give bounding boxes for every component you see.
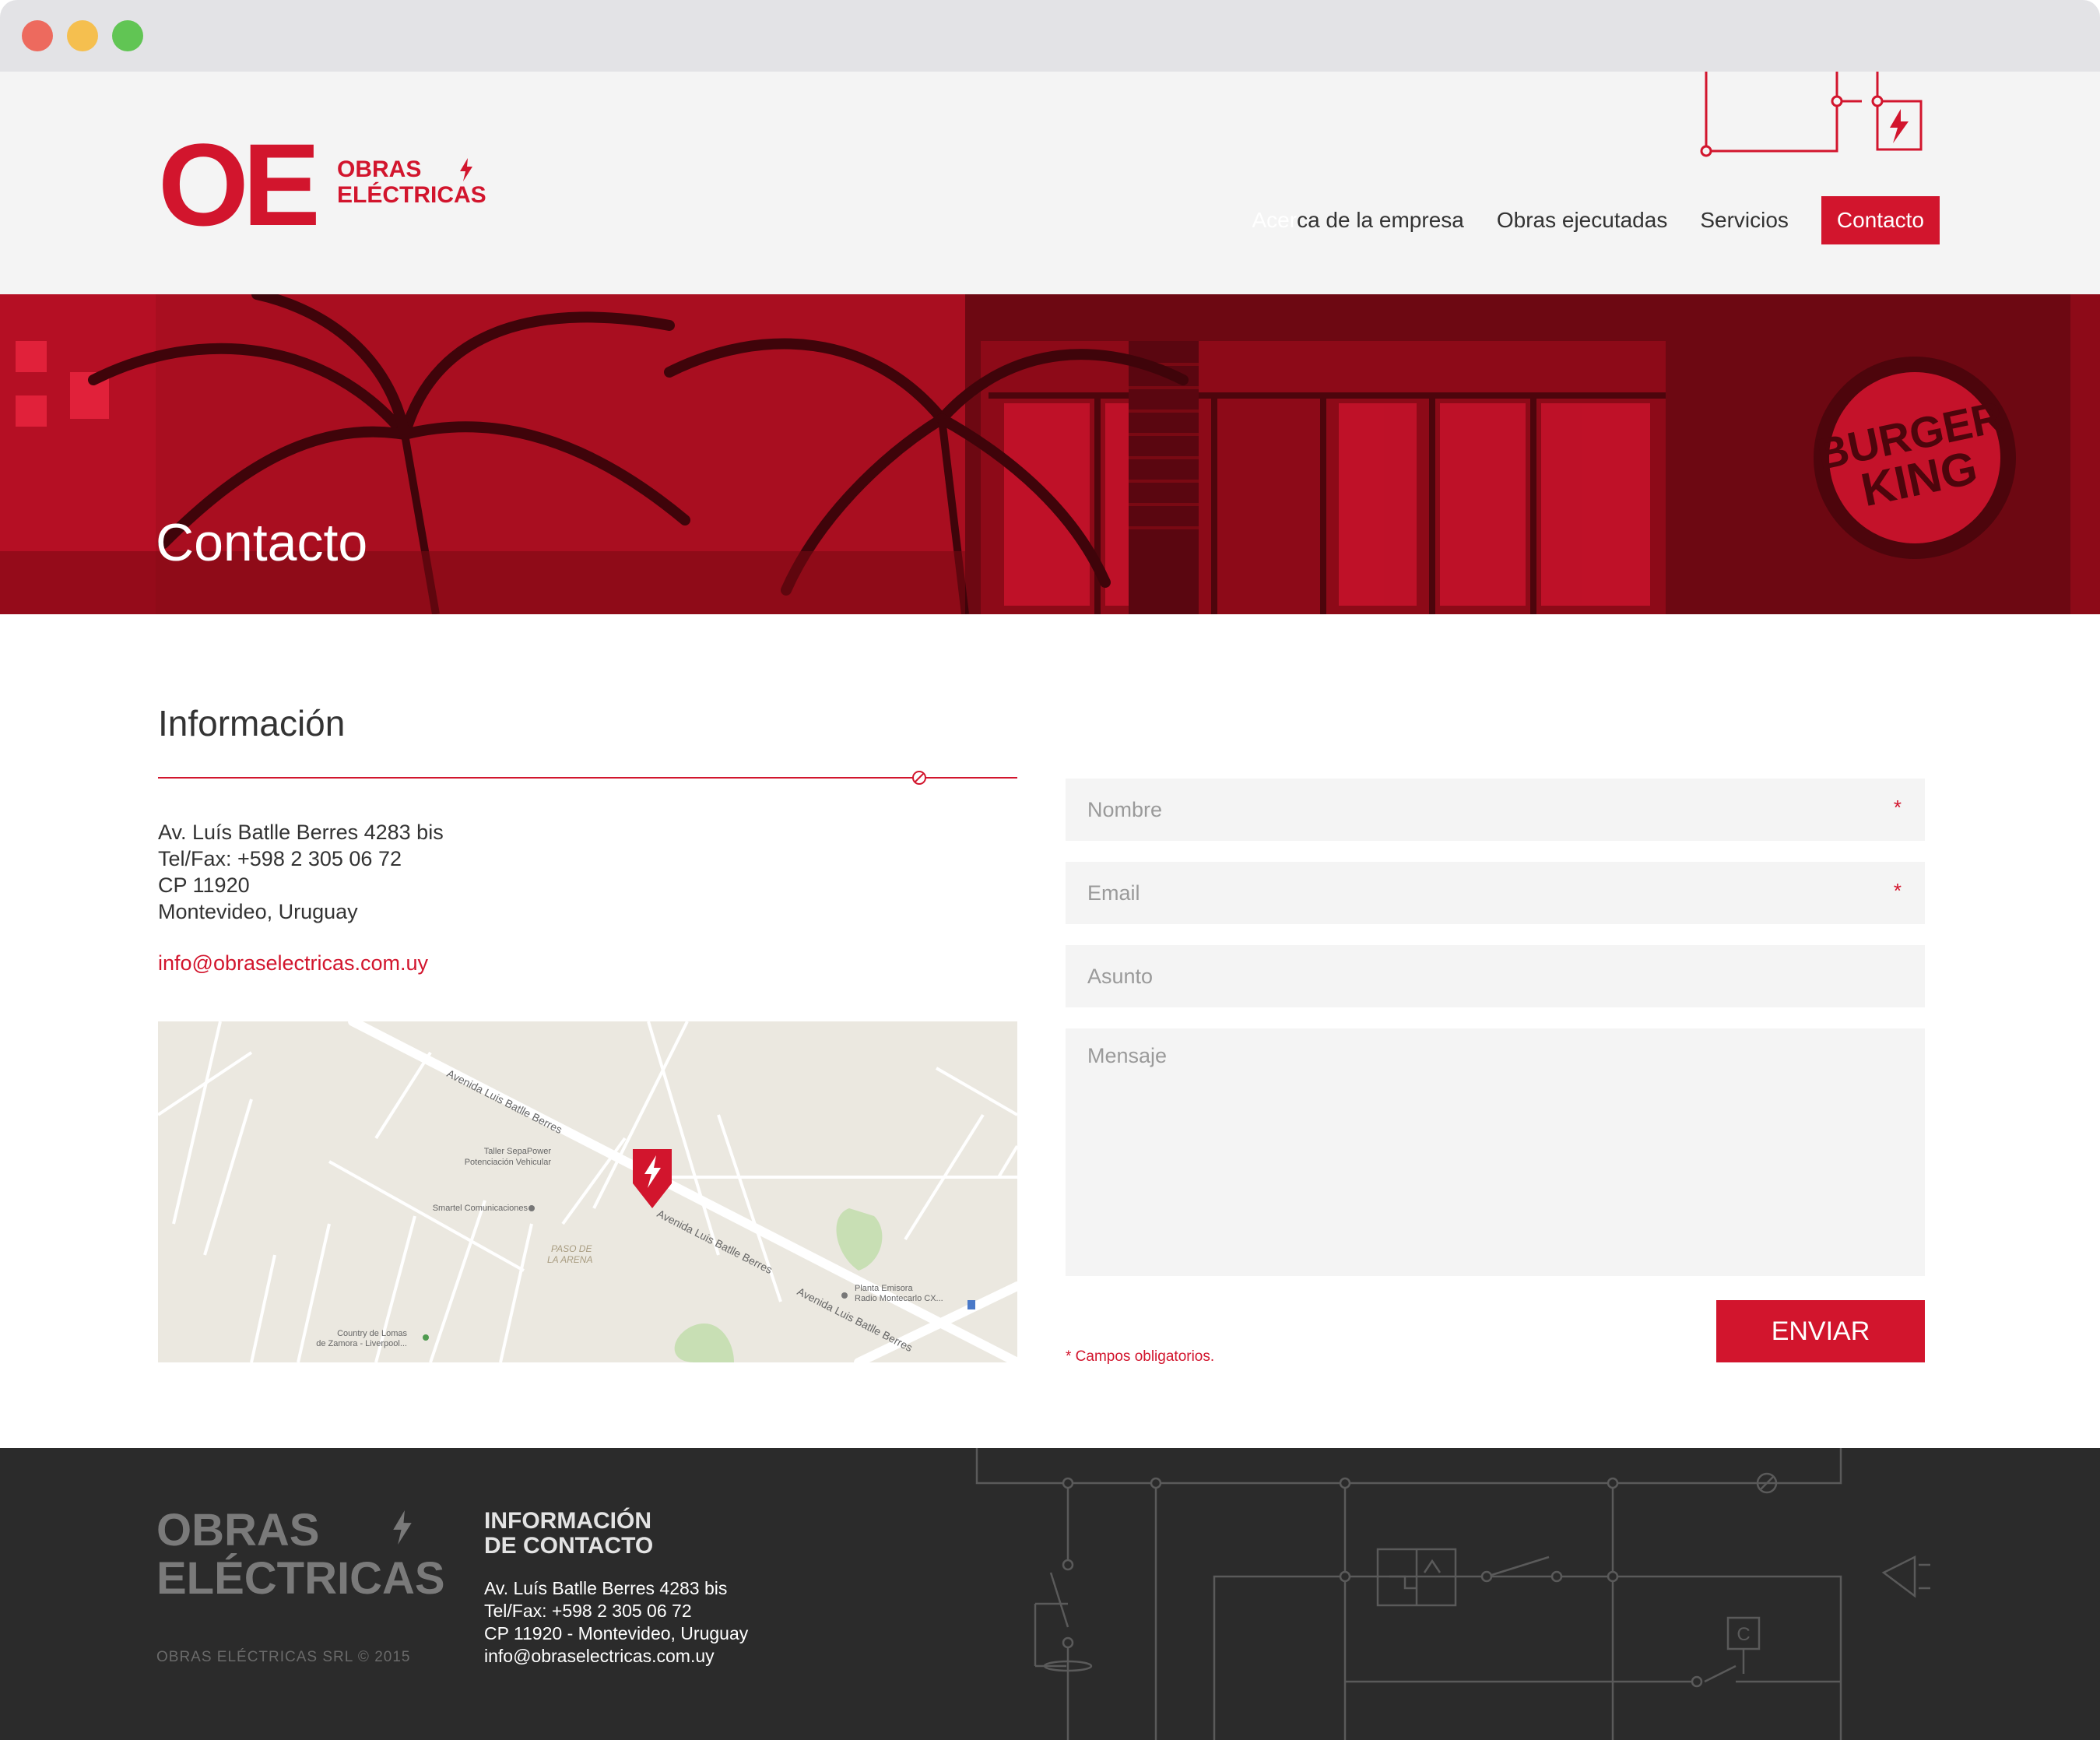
window-titlebar xyxy=(0,0,2100,72)
section-divider xyxy=(158,771,1017,785)
circuit-label-c: C xyxy=(1737,1624,1750,1645)
name-field-wrapper: * xyxy=(1066,779,1925,841)
footer-address: Av. Luís Batlle Berres 4283 bis xyxy=(484,1578,728,1598)
maximize-window-button[interactable] xyxy=(112,20,143,51)
nav-item-services[interactable]: Servicios xyxy=(1700,208,1789,233)
contact-email-link[interactable]: info@obraselectricas.com.uy xyxy=(158,951,428,975)
nav-item-about-label: ca de la empresa xyxy=(1297,208,1464,232)
info-title: Información xyxy=(158,703,346,743)
map-canvas: Avenida Luis Batlle Berres Avenida Luis … xyxy=(158,1021,1017,1362)
subject-input[interactable] xyxy=(1066,945,1925,1007)
page-title: Contacto xyxy=(156,513,368,572)
footer-logo-line-2: ELÉCTRICAS xyxy=(156,1553,445,1604)
map-area-label-1: PASO DE xyxy=(551,1243,592,1254)
site-header: OE OBRAS ELÉCTRICAS Acerca de la empresa… xyxy=(0,72,2100,294)
map-poi-country-1: Country de Lomas xyxy=(337,1329,407,1338)
minimize-window-button[interactable] xyxy=(67,20,98,51)
map-poi-country-2: de Zamora - Liverpool... xyxy=(316,1339,407,1348)
circuit-diagram-decoration: C xyxy=(975,1448,1930,1740)
required-marker: * xyxy=(1893,796,1902,819)
name-input[interactable] xyxy=(1066,779,1925,841)
map-poi-smartel: Smartel Comunicaciones xyxy=(433,1204,529,1213)
message-textarea[interactable] xyxy=(1066,1028,1925,1276)
map-poi-planta-2: Radio Montecarlo CX... xyxy=(855,1294,943,1303)
footer-heading-line-1: INFORMACIÓN xyxy=(484,1508,651,1534)
address-street: Av. Luís Batlle Berres 4283 bis xyxy=(158,821,444,844)
site-logo[interactable]: OE OBRAS ELÉCTRICAS xyxy=(158,119,486,250)
send-button[interactable]: ENVIAR xyxy=(1716,1300,1925,1362)
circuit-decoration xyxy=(1700,72,1923,157)
contact-form: * * xyxy=(1066,779,1925,1297)
hero-banner: BURGER KING Contacto xyxy=(0,294,2100,614)
footer-email[interactable]: info@obraselectricas.com.uy xyxy=(484,1645,748,1668)
main-nav: Acerca de la empresa Obras ejecutadas Se… xyxy=(1219,196,1940,244)
close-window-button[interactable] xyxy=(22,20,53,51)
map-area-label-2: LA ARENA xyxy=(547,1254,592,1265)
map-poi-taller-1: Taller SepaPower xyxy=(484,1147,552,1156)
required-marker: * xyxy=(1893,879,1902,902)
footer-contact-heading: INFORMACIÓN DE CONTACTO xyxy=(484,1509,653,1559)
nav-item-about[interactable]: Acerca de la empresa xyxy=(1252,208,1463,233)
logo-mark: OE xyxy=(158,119,321,250)
email-input[interactable] xyxy=(1066,862,1925,924)
footer-contact-info: Av. Luís Batlle Berres 4283 bis Tel/Fax:… xyxy=(484,1577,748,1668)
nav-item-works[interactable]: Obras ejecutadas xyxy=(1497,208,1667,233)
contact-address: Av. Luís Batlle Berres 4283 bis Tel/Fax:… xyxy=(158,819,444,925)
nav-item-about-faded: Acer xyxy=(1252,208,1298,232)
address-city: Montevideo, Uruguay xyxy=(158,900,358,923)
message-field-wrapper xyxy=(1066,1028,1925,1276)
required-fields-note: * Campos obligatorios. xyxy=(1066,1348,1215,1365)
lightning-icon xyxy=(393,1510,412,1545)
footer-city: CP 11920 - Montevideo, Uruguay xyxy=(484,1623,749,1643)
lightning-icon xyxy=(460,158,472,181)
footer-phone: Tel/Fax: +598 2 305 06 72 xyxy=(484,1601,692,1621)
email-field-wrapper: * xyxy=(1066,862,1925,924)
location-map[interactable]: Avenida Luis Batlle Berres Avenida Luis … xyxy=(158,1021,1017,1362)
address-phone: Tel/Fax: +598 2 305 06 72 xyxy=(158,847,402,870)
nav-item-contact[interactable]: Contacto xyxy=(1821,196,1940,244)
footer-copyright: OBRAS ELÉCTRICAS SRL © 2015 xyxy=(156,1649,411,1665)
logo-line-2: ELÉCTRICAS xyxy=(337,182,486,208)
subject-field-wrapper xyxy=(1066,945,1925,1007)
site-footer: C OBRAS ELÉCTRICAS OBRAS ELÉCTRICAS SRL … xyxy=(0,1448,2100,1740)
address-postal-code: CP 11920 xyxy=(158,874,250,897)
footer-heading-line-2: DE CONTACTO xyxy=(484,1533,654,1559)
map-poi-taller-2: Potenciación Vehicular xyxy=(465,1158,552,1167)
map-poi-planta-1: Planta Emisora xyxy=(855,1284,913,1293)
